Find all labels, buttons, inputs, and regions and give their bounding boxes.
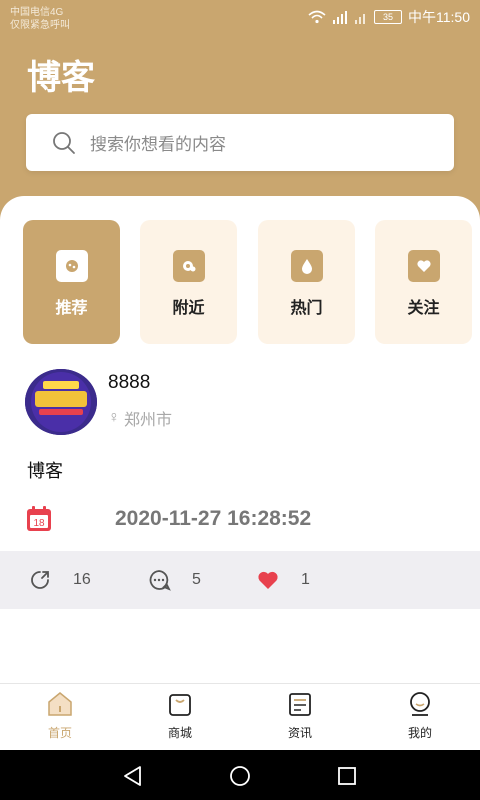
calendar-day: 18	[33, 518, 45, 529]
avatar-image	[25, 369, 97, 435]
recommend-icon	[55, 250, 88, 282]
search-input[interactable]: 搜索你想看的内容	[26, 114, 454, 171]
emergency-only-text: 仅限紧急呼叫	[10, 20, 70, 31]
nav-label: 我的	[407, 726, 432, 740]
comment-icon[interactable]	[147, 568, 171, 592]
nav-label: 首页	[47, 726, 72, 740]
share-count: 16	[73, 571, 91, 588]
category-label: 推荐	[55, 300, 88, 317]
comment-count: 5	[192, 571, 201, 588]
clock: 中午11:50	[408, 9, 470, 25]
calendar-icon: 18	[27, 506, 51, 531]
search-placeholder: 搜索你想看的内容	[90, 135, 226, 154]
shop-icon	[169, 694, 191, 716]
avatar[interactable]	[25, 369, 97, 435]
username[interactable]: 8888	[108, 372, 150, 394]
back-icon[interactable]	[122, 765, 144, 787]
home-icon	[48, 692, 72, 716]
system-navigation-bar	[0, 750, 480, 800]
nearby-icon	[172, 250, 205, 282]
news-icon	[289, 693, 311, 716]
battery-icon: 35	[374, 10, 402, 24]
category-nearby[interactable]: 附近	[140, 220, 237, 344]
female-icon: ♀	[108, 409, 120, 426]
nav-home[interactable]: 首页	[20, 690, 100, 741]
signal-off-icon	[355, 14, 365, 24]
heart-icon[interactable]	[256, 568, 280, 592]
status-bar: 中国电信4G 仅限紧急呼叫 35 中午11:50	[0, 0, 480, 34]
location-text: 郑州市	[124, 412, 173, 429]
post-content[interactable]: 博客	[27, 457, 63, 483]
profile-icon	[410, 692, 430, 716]
nav-news[interactable]: 资讯	[260, 690, 340, 741]
recent-apps-icon[interactable]	[336, 765, 358, 787]
wifi-icon	[308, 10, 326, 24]
nav-profile[interactable]: 我的	[380, 690, 460, 741]
share-icon[interactable]	[28, 568, 52, 592]
category-follow[interactable]: 关注	[375, 220, 472, 344]
post-datetime: 2020-11-27 16:28:52	[115, 507, 312, 530]
nav-shop[interactable]: 商城	[140, 690, 220, 741]
category-label: 附近	[172, 300, 205, 317]
like-count: 1	[301, 571, 310, 588]
search-icon	[53, 131, 75, 154]
category-recommend[interactable]: 推荐	[23, 220, 120, 344]
nav-label: 商城	[167, 726, 192, 740]
nav-label: 资讯	[287, 726, 312, 740]
status-indicators: 35 中午11:50	[308, 7, 470, 27]
hot-icon	[290, 250, 323, 282]
page-title: 博客	[27, 59, 95, 97]
follow-icon	[407, 250, 440, 282]
post-stats-bar	[0, 551, 480, 609]
home-circle-icon[interactable]	[229, 765, 251, 787]
signal-icon	[333, 11, 347, 24]
user-location: ♀ 郑州市	[108, 406, 172, 430]
category-hot[interactable]: 热门	[258, 220, 355, 344]
category-label: 关注	[407, 300, 440, 317]
category-label: 热门	[290, 300, 323, 317]
